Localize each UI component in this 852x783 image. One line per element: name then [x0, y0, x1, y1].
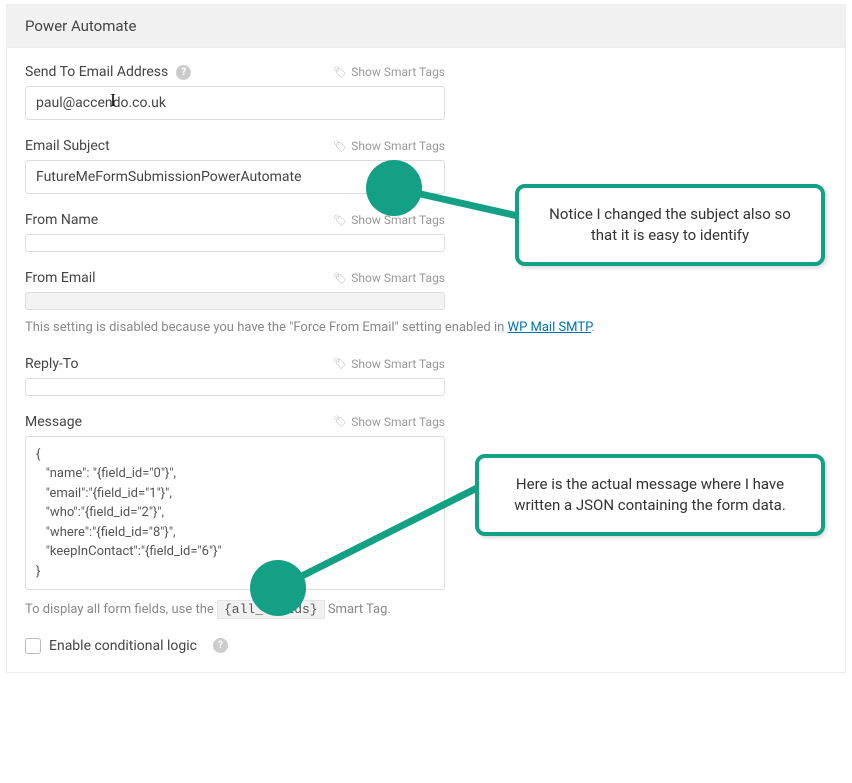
wp-mail-smtp-link[interactable]: WP Mail SMTP: [508, 320, 592, 335]
field-from-email: From Email 🏷 Show Smart Tags This settin…: [25, 270, 827, 338]
tag-icon: 🏷: [333, 272, 347, 285]
annotation-subject: Notice I changed the subject also so tha…: [515, 184, 825, 266]
show-smart-tags[interactable]: 🏷 Show Smart Tags: [333, 271, 445, 285]
all-fields-code: {all_fields}: [217, 600, 325, 619]
send-to-input[interactable]: paul@accendo.co.uk: [25, 86, 445, 120]
reply-to-input[interactable]: [25, 378, 445, 396]
subject-label: Email Subject: [25, 138, 110, 154]
from-name-label: From Name: [25, 212, 98, 228]
annotation-arrow: [272, 484, 482, 594]
help-icon[interactable]: ?: [213, 638, 228, 653]
annotation-arrow: [388, 182, 528, 232]
panel-title: Power Automate: [7, 5, 845, 48]
from-name-input[interactable]: [25, 234, 445, 252]
tag-icon: 🏷: [333, 357, 347, 370]
message-footer-hint: To display all form fields, use the {all…: [25, 600, 827, 620]
show-smart-tags[interactable]: 🏷 Show Smart Tags: [333, 415, 445, 429]
message-label: Message: [25, 414, 82, 430]
from-email-label: From Email: [25, 270, 96, 286]
conditional-logic-label: Enable conditional logic: [49, 638, 197, 654]
show-smart-tags[interactable]: 🏷 Show Smart Tags: [333, 139, 445, 153]
send-to-label: Send To Email Address: [25, 64, 168, 80]
tag-icon: 🏷: [333, 214, 347, 227]
conditional-logic-checkbox[interactable]: [25, 638, 41, 654]
from-email-input: [25, 292, 445, 310]
help-icon[interactable]: ?: [176, 65, 191, 80]
reply-to-label: Reply-To: [25, 356, 78, 372]
show-smart-tags[interactable]: 🏷 Show Smart Tags: [333, 357, 445, 371]
tag-icon: 🏷: [333, 140, 347, 153]
annotation-message: Here is the actual message where I have …: [475, 454, 825, 536]
tag-icon: 🏷: [333, 66, 347, 79]
subject-input[interactable]: FutureMeFormSubmissionPowerAutomate: [25, 160, 445, 194]
conditional-logic-row: Enable conditional logic ?: [25, 638, 827, 654]
field-send-to: Send To Email Address ? 🏷 Show Smart Tag…: [25, 64, 827, 120]
tag-icon: 🏷: [333, 415, 347, 428]
from-email-hint: This setting is disabled because you hav…: [25, 318, 827, 338]
show-smart-tags[interactable]: 🏷 Show Smart Tags: [333, 65, 445, 79]
field-reply-to: Reply-To 🏷 Show Smart Tags: [25, 356, 827, 396]
